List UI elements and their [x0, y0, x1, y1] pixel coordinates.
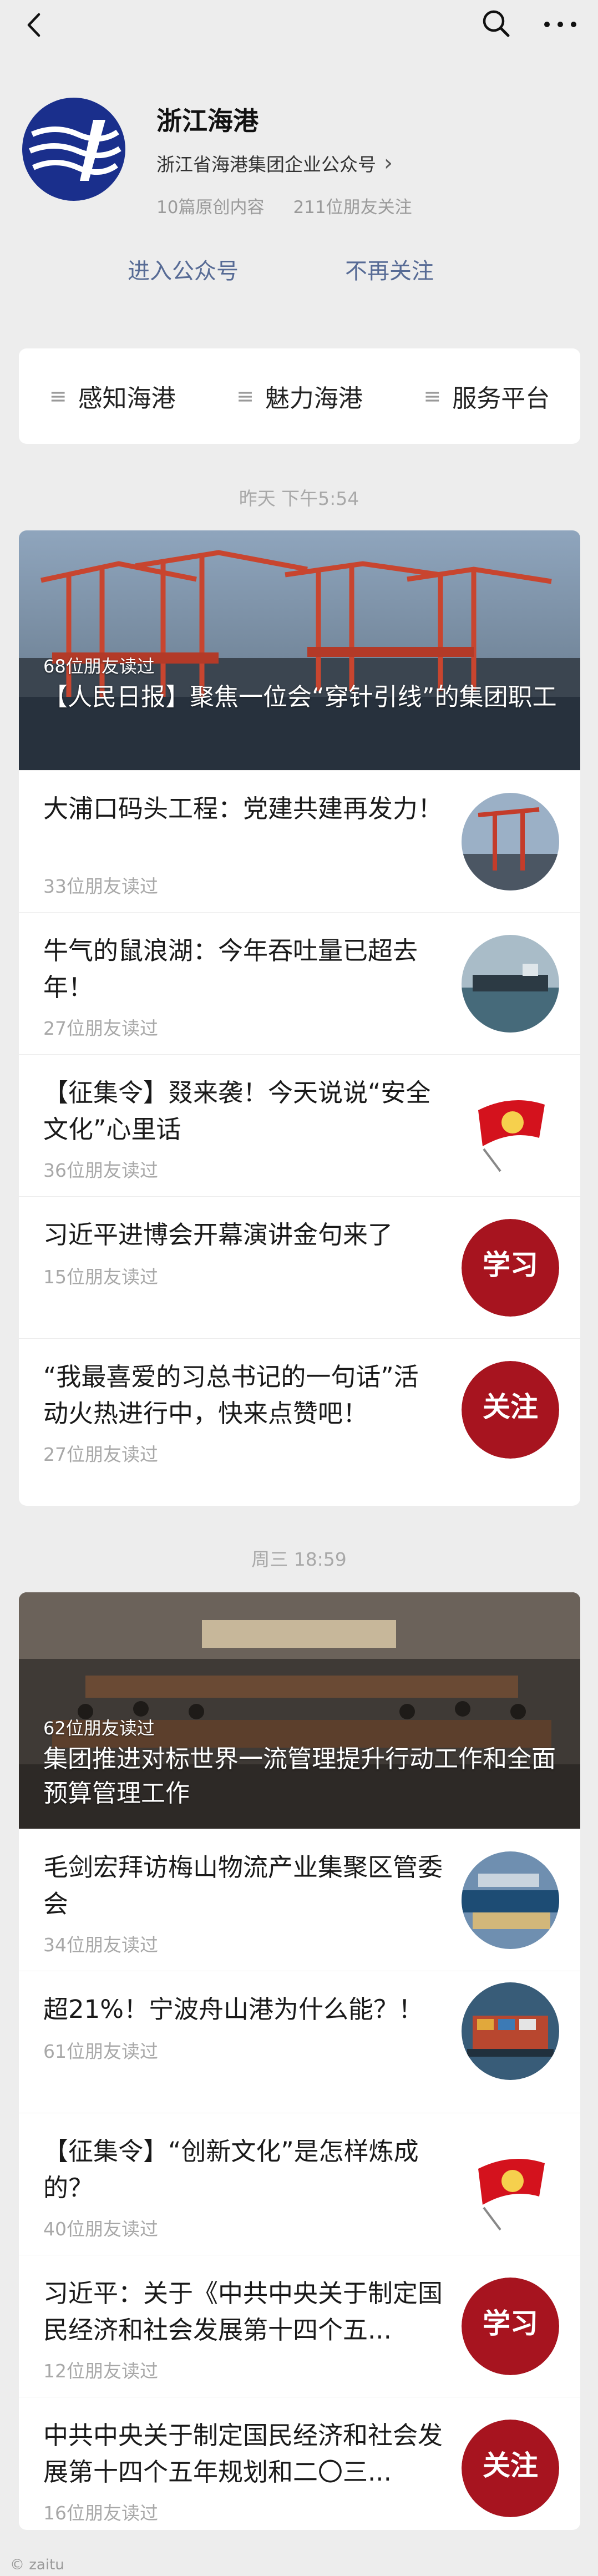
account-name: 浙江海港 — [156, 106, 259, 136]
account-logo[interactable] — [22, 98, 125, 201]
original-count: 10篇原创内容 — [156, 198, 265, 217]
hero-image-port-cranes — [19, 530, 580, 770]
menu-item-label: 魅力海港 — [265, 384, 363, 413]
article-item[interactable]: 大浦口码头工程：党建共建再发力！ 33位朋友读过 — [19, 770, 580, 912]
thumbnail-badge-text: 关注 — [483, 1391, 538, 1423]
hero-article[interactable]: 68位朋友读过 【人民日报】聚焦一位会“穿针引线”的集团职工 — [19, 530, 580, 770]
hero-reads: 62位朋友读过 — [43, 1718, 155, 1739]
bottom-strip — [0, 2530, 598, 2576]
group-date: 昨天 下午5:54 — [239, 488, 359, 509]
article-title: 超21%！宁波舟山港为什么能？！ — [43, 1995, 424, 2024]
article-reads: 40位朋友读过 — [43, 2218, 158, 2240]
article-reads: 61位朋友读过 — [43, 2041, 158, 2062]
menu-item-charm-port[interactable]: ≡ 魅力海港 — [206, 378, 393, 414]
account-profile: 浙江海港 浙江省海港集团企业公众号 › 10篇原创内容 211位朋友关注 进入公… — [0, 50, 598, 338]
unfollow-button[interactable]: 不再关注 — [345, 253, 434, 285]
article-item[interactable]: 【征集令】“创新文化”是怎样炼成的？ 40位朋友读过 — [19, 2113, 580, 2255]
article-title: 习近平：关于《中共中央关于制定国民经济和社会发展第十四个五... — [43, 2279, 443, 2345]
article-title: 毛剑宏拜访梅山物流产业集聚区管委会 — [43, 1853, 443, 1919]
article-item[interactable]: 中共中央关于制定国民经济和社会发展第十四个五年规划和二〇三... 16位朋友读过… — [19, 2397, 580, 2530]
menu-item-label: 服务平台 — [452, 384, 550, 413]
hero-title: 集团推进对标世界一流管理提升行动工作和全面预算管理工作 — [43, 1745, 556, 1808]
container-ship-thumbnail — [462, 1982, 559, 2080]
article-reads: 15位朋友读过 — [43, 1266, 158, 1288]
enter-account-button[interactable]: 进入公众号 — [128, 253, 239, 285]
menu-item-label: 感知海港 — [78, 384, 176, 413]
xuexi-thumbnail: 学习 — [462, 2278, 559, 2375]
thumbnail-badge-text: 学习 — [483, 2307, 538, 2340]
hero-reads: 68位朋友读过 — [43, 656, 155, 677]
menu-item-service-platform[interactable]: ≡ 服务平台 — [393, 378, 580, 414]
more-options-icon[interactable] — [539, 6, 581, 41]
article-title: 大浦口码头工程：党建共建再发力！ — [43, 794, 443, 823]
ship-thumbnail — [462, 935, 559, 1033]
article-title: 习近平进博会开幕演讲金句来了 — [43, 1220, 393, 1249]
article-item[interactable]: 习近平进博会开幕演讲金句来了 15位朋友读过 学习 — [19, 1196, 580, 1338]
account-description-link[interactable]: 浙江省海港集团企业公众号 › — [156, 150, 393, 176]
menu-list-icon: ≡ — [236, 384, 254, 408]
article-reads: 36位朋友读过 — [43, 1160, 158, 1181]
flag-thumbnail — [462, 1077, 559, 1175]
article-item[interactable]: 毛剑宏拜访梅山物流产业集聚区管委会 34位朋友读过 — [19, 1829, 580, 1971]
group-date: 周三 18:59 — [251, 1548, 347, 1570]
friends-following: 211位朋友关注 — [293, 198, 412, 217]
article-title: 【征集令】“创新文化”是怎样炼成的？ — [43, 2137, 419, 2203]
thumbnail-badge-text: 关注 — [483, 2450, 538, 2482]
article-reads: 16位朋友读过 — [43, 2502, 158, 2524]
guanzhu-thumbnail: 关注 — [462, 1361, 559, 1459]
search-icon[interactable] — [478, 6, 514, 41]
article-item[interactable]: 超21%！宁波舟山港为什么能？！ 61位朋友读过 — [19, 1971, 580, 2113]
menu-list-icon: ≡ — [423, 384, 442, 408]
top-bar — [0, 0, 598, 50]
article-title: 牛气的鼠浪湖：今年吞吐量已超去年！ — [43, 936, 418, 1002]
crane-thumbnail — [462, 793, 559, 890]
thumbnail-badge-text: 学习 — [483, 1249, 538, 1281]
menu-list-icon: ≡ — [49, 384, 67, 408]
account-description: 浙江省海港集团企业公众号 — [156, 154, 376, 175]
xuexi-thumbnail: 学习 — [462, 1219, 559, 1317]
article-reads: 12位朋友读过 — [43, 2360, 158, 2382]
watermark: © zaitu — [10, 2557, 64, 2573]
article-reads: 33位朋友读过 — [43, 875, 158, 897]
article-reads: 27位朋友读过 — [43, 1018, 158, 1039]
article-item[interactable]: 【征集令】叕来袭！今天说说“安全文化”心里话 36位朋友读过 — [19, 1054, 580, 1196]
article-group: 68位朋友读过 【人民日报】聚焦一位会“穿针引线”的集团职工 大浦口码头工程：党… — [19, 530, 580, 1506]
chevron-right-icon: › — [384, 150, 393, 176]
hero-article[interactable]: 62位朋友读过 集团推进对标世界一流管理提升行动工作和全面预算管理工作 — [19, 1592, 580, 1829]
article-item[interactable]: “我最喜爱的习总书记的一句话”活动火热进行中，快来点赞吧！ 27位朋友读过 关注 — [19, 1338, 580, 1480]
article-reads: 27位朋友读过 — [43, 1444, 158, 1465]
article-title: “我最喜爱的习总书记的一句话”活动火热进行中，快来点赞吧！ — [43, 1362, 419, 1428]
menu-item-perceive-port[interactable]: ≡ 感知海港 — [19, 378, 206, 414]
flag-thumbnail — [462, 2135, 559, 2233]
account-stats: 10篇原创内容 211位朋友关注 — [156, 193, 412, 218]
article-title: 【征集令】叕来袭！今天说说“安全文化”心里话 — [43, 1078, 431, 1144]
port-aerial-thumbnail — [462, 1851, 559, 1949]
article-group: 62位朋友读过 集团推进对标世界一流管理提升行动工作和全面预算管理工作 毛剑宏拜… — [19, 1592, 580, 2530]
article-item[interactable]: 牛气的鼠浪湖：今年吞吐量已超去年！ 27位朋友读过 — [19, 912, 580, 1054]
guanzhu-thumbnail: 关注 — [462, 2420, 559, 2517]
account-menu: ≡ 感知海港 ≡ 魅力海港 ≡ 服务平台 — [19, 348, 580, 444]
article-reads: 34位朋友读过 — [43, 1934, 158, 1956]
article-title: 中共中央关于制定国民经济和社会发展第十四个五年规划和二〇三... — [43, 2421, 443, 2487]
article-item[interactable]: 习近平：关于《中共中央关于制定国民经济和社会发展第十四个五... 12位朋友读过… — [19, 2255, 580, 2397]
hero-title: 【人民日报】聚焦一位会“穿针引线”的集团职工 — [43, 683, 557, 711]
back-arrow-icon[interactable] — [20, 10, 50, 40]
